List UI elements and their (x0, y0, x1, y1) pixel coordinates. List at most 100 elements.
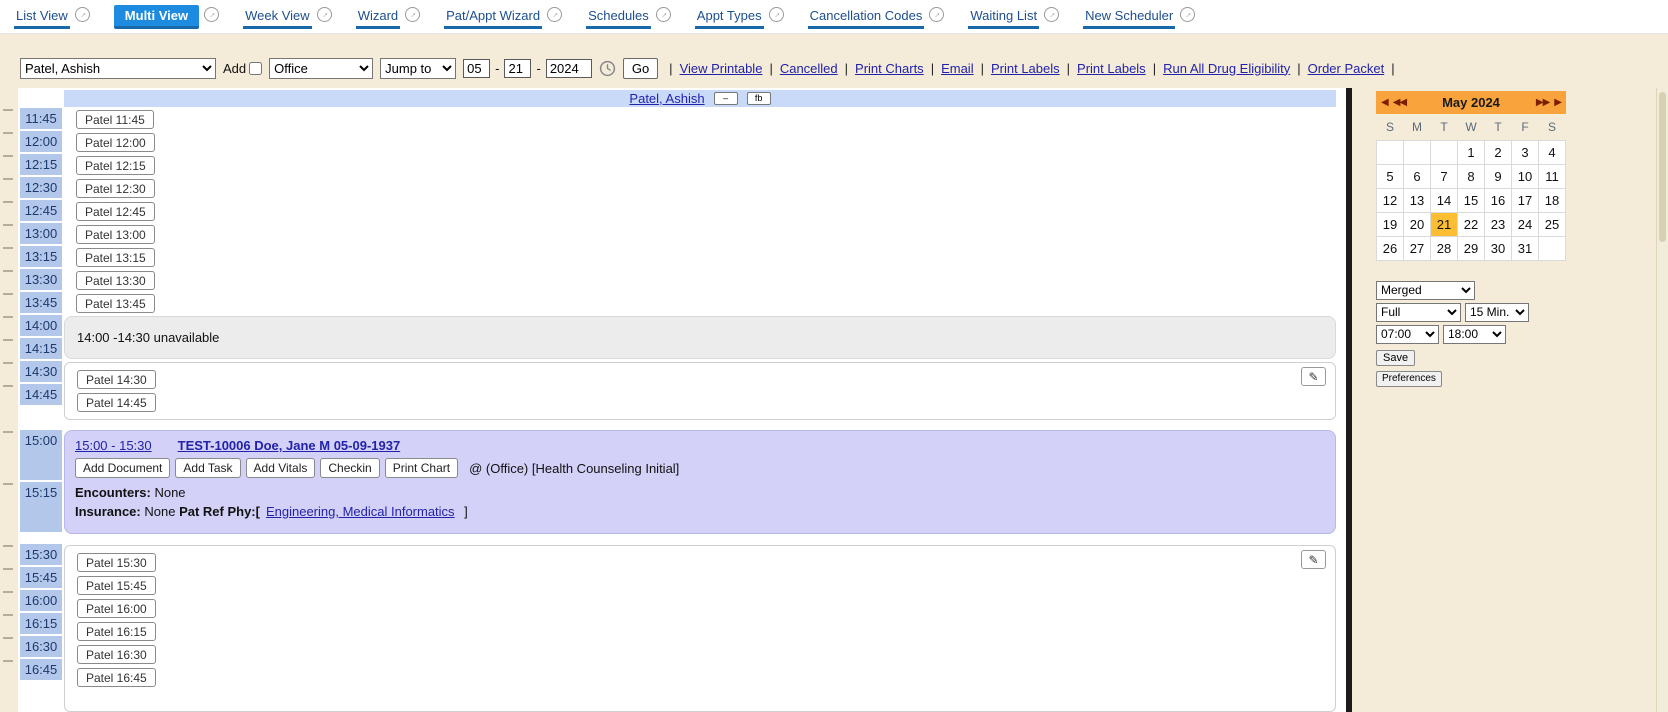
tab-popup-icon[interactable]: → (405, 7, 420, 22)
day-cell-13[interactable]: 13 (1404, 188, 1431, 212)
fast-next-arrow[interactable]: ▶▶ (1536, 97, 1549, 108)
time-cell-13-00[interactable]: 13:00 (20, 223, 62, 244)
day-cell-19[interactable]: 19 (1377, 212, 1404, 236)
row-handle[interactable] (3, 637, 13, 639)
slot-button[interactable]: Patel 12:45 (76, 202, 155, 221)
time-cell-13-15[interactable]: 13:15 (20, 246, 62, 267)
time-cell-14-15[interactable]: 14:15 (20, 338, 62, 359)
day-cell-18[interactable]: 18 (1539, 188, 1566, 212)
day-cell-26[interactable]: 26 (1377, 236, 1404, 260)
day-cell-27[interactable]: 27 (1404, 236, 1431, 260)
time-cell-16-00[interactable]: 16:00 (20, 590, 62, 611)
row-handle[interactable] (3, 247, 13, 249)
toolbar-link-print-labels[interactable]: Print Labels (991, 61, 1060, 76)
toolbar-link-view-printable[interactable]: View Printable (680, 61, 763, 76)
toolbar-link-cancelled[interactable]: Cancelled (780, 61, 838, 76)
referring-physician-link[interactable]: Engineering, Medical Informatics (266, 504, 455, 519)
day-cell-5[interactable]: 5 (1377, 164, 1404, 188)
day-cell-15[interactable]: 15 (1458, 188, 1485, 212)
day-cell-20[interactable]: 20 (1404, 212, 1431, 236)
appt-action-add-task[interactable]: Add Task (175, 458, 240, 478)
row-handle[interactable] (3, 178, 13, 180)
row-handle[interactable] (3, 109, 13, 111)
slot-button[interactable]: Patel 12:15 (76, 156, 155, 175)
time-cell-12-00[interactable]: 12:00 (20, 131, 62, 152)
prev-arrow[interactable]: ◀ (1381, 97, 1388, 108)
tab-label-pat-appt-wizard[interactable]: Pat/Appt Wizard (444, 5, 542, 29)
time-cell-12-45[interactable]: 12:45 (20, 200, 62, 221)
row-handle[interactable] (3, 362, 13, 364)
day-cell-29[interactable]: 29 (1458, 236, 1485, 260)
day-cell-25[interactable]: 25 (1539, 212, 1566, 236)
jump-to-select[interactable]: Jump to (380, 58, 456, 79)
slot-button[interactable]: Patel 13:15 (76, 248, 155, 267)
time-cell-14-45[interactable]: 14:45 (20, 384, 62, 405)
day-cell-23[interactable]: 23 (1485, 212, 1512, 236)
time-cell-15-45[interactable]: 15:45 (20, 567, 62, 588)
toolbar-link-order-packet[interactable]: Order Packet (1308, 61, 1385, 76)
zoom-select[interactable]: Full (1376, 303, 1461, 322)
end-time-select[interactable]: 18:00 (1443, 325, 1506, 344)
start-time-select[interactable]: 07:00 (1376, 325, 1439, 344)
scrollbar-thumb[interactable] (1659, 92, 1666, 242)
tab-label-cancellation-codes[interactable]: Cancellation Codes (808, 5, 925, 29)
slot-button[interactable]: Patel 13:00 (76, 225, 155, 244)
row-handle[interactable] (3, 339, 13, 341)
toolbar-link-print-labels[interactable]: Print Labels (1077, 61, 1146, 76)
day-cell-1[interactable]: 1 (1458, 140, 1485, 164)
tab-popup-icon[interactable]: → (1044, 7, 1059, 22)
toolbar-link-print-charts[interactable]: Print Charts (855, 61, 924, 76)
row-handle[interactable] (3, 431, 13, 433)
time-cell-15-00[interactable]: 15:00 (20, 430, 62, 480)
patient-link[interactable]: TEST-10006 Doe, Jane M 05-09-1937 (178, 438, 401, 453)
appt-action-checkin[interactable]: Checkin (320, 458, 379, 478)
toolbar-link-email[interactable]: Email (941, 61, 974, 76)
date-year-input[interactable] (546, 59, 592, 78)
row-handle[interactable] (3, 614, 13, 616)
add-checkbox[interactable] (249, 62, 262, 75)
day-cell-6[interactable]: 6 (1404, 164, 1431, 188)
row-handle[interactable] (3, 316, 13, 318)
day-cell-11[interactable]: 11 (1539, 164, 1566, 188)
day-cell-31[interactable]: 31 (1512, 236, 1539, 260)
day-cell-14[interactable]: 14 (1431, 188, 1458, 212)
date-day-input[interactable] (504, 59, 531, 78)
slot-button[interactable]: Patel 16:45 (77, 668, 156, 687)
row-handle[interactable] (3, 660, 13, 662)
row-handle[interactable] (3, 155, 13, 157)
preferences-button[interactable]: Preferences (1376, 371, 1442, 387)
tab-label-multi-view[interactable]: Multi View (114, 5, 199, 29)
day-cell-22[interactable]: 22 (1458, 212, 1485, 236)
row-handle[interactable] (3, 201, 13, 203)
slot-button[interactable]: Patel 16:15 (77, 622, 156, 641)
toolbar-link-run-all-drug-eligibility[interactable]: Run All Drug Eligibility (1163, 61, 1290, 76)
day-cell-16[interactable]: 16 (1485, 188, 1512, 212)
edit-slot-button[interactable]: ✎ (1301, 550, 1326, 569)
row-handle[interactable] (3, 568, 13, 570)
slot-button[interactable]: Patel 13:45 (76, 294, 155, 313)
provider-select[interactable]: Patel, Ashish (20, 58, 216, 79)
time-cell-15-15[interactable]: 15:15 (20, 482, 62, 532)
appointment-time-link[interactable]: 15:00 - 15:30 (75, 438, 152, 453)
day-cell-28[interactable]: 28 (1431, 236, 1458, 260)
calendar-picker-clock-icon[interactable] (599, 60, 616, 77)
row-handle[interactable] (3, 591, 13, 593)
slot-button[interactable]: Patel 14:45 (77, 393, 156, 412)
appt-action-add-document[interactable]: Add Document (75, 458, 170, 478)
date-month-input[interactable] (463, 59, 490, 78)
tab-label-list-view[interactable]: List View (14, 5, 70, 29)
minimize-button[interactable]: – (714, 92, 738, 105)
tab-popup-icon[interactable]: → (656, 7, 671, 22)
edit-slot-button[interactable]: ✎ (1301, 367, 1326, 386)
time-cell-16-30[interactable]: 16:30 (20, 636, 62, 657)
time-cell-16-45[interactable]: 16:45 (20, 659, 62, 680)
tab-label-week-view[interactable]: Week View (243, 5, 312, 29)
tab-label-waiting-list[interactable]: Waiting List (968, 5, 1039, 29)
appt-action-add-vitals[interactable]: Add Vitals (246, 458, 316, 478)
day-cell-24[interactable]: 24 (1512, 212, 1539, 236)
tab-popup-icon[interactable]: → (1180, 7, 1195, 22)
day-cell-21[interactable]: 21 (1431, 212, 1458, 236)
day-cell-9[interactable]: 9 (1485, 164, 1512, 188)
slot-button[interactable]: Patel 16:00 (77, 599, 156, 618)
day-cell-8[interactable]: 8 (1458, 164, 1485, 188)
